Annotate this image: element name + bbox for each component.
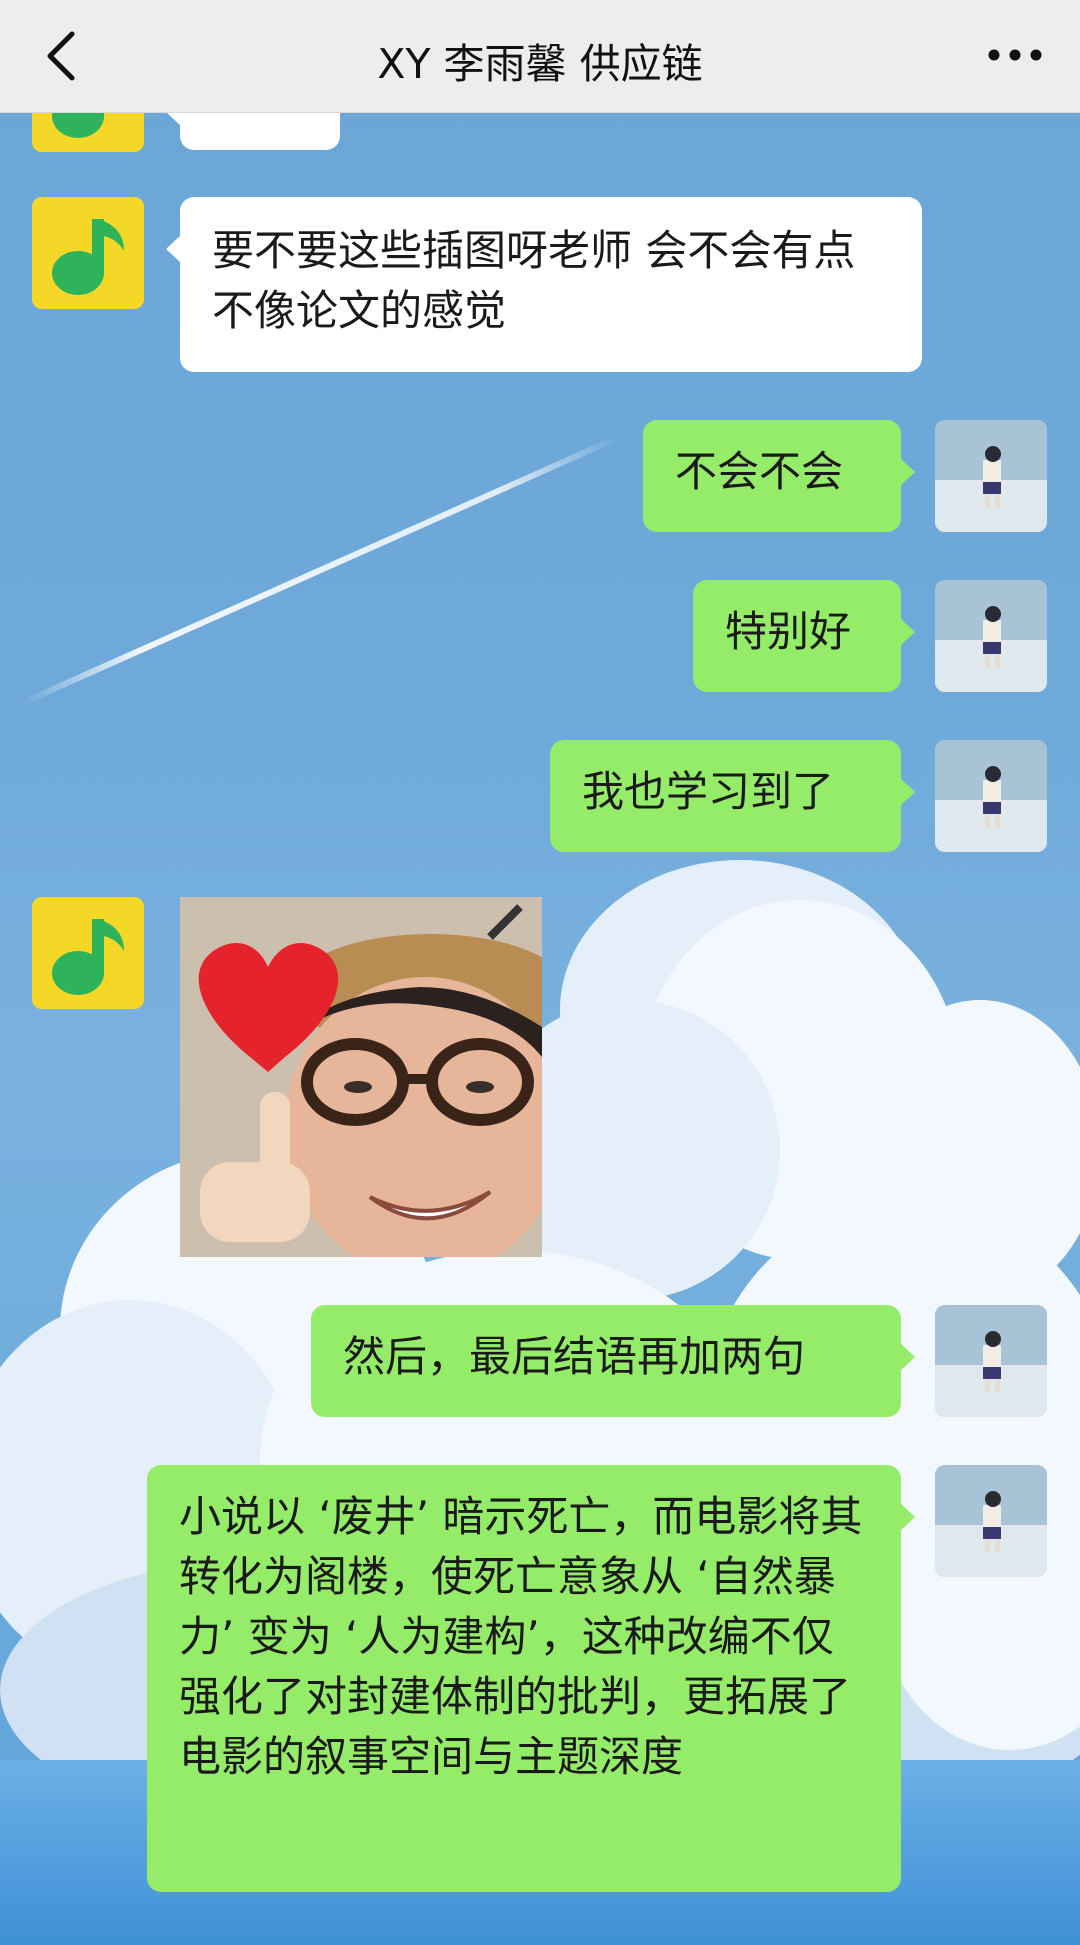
child-at-beach-icon (935, 1305, 1047, 1417)
child-at-beach-icon (935, 580, 1047, 692)
self-avatar[interactable] (935, 1465, 1047, 1577)
more-dots-icon (988, 49, 1042, 61)
message-bubble[interactable]: 特别好 (693, 580, 915, 692)
more-button[interactable] (980, 30, 1050, 80)
music-note-icon (32, 897, 144, 1009)
chat-header: XY 李雨馨 供应链 (0, 0, 1080, 113)
chat-title: XY 李雨馨 供应链 (377, 40, 703, 88)
message-bubble[interactable]: 不会不会 (643, 420, 915, 532)
self-avatar[interactable] (935, 580, 1047, 692)
child-at-beach-icon (935, 420, 1047, 532)
child-at-beach-icon (935, 740, 1047, 852)
self-avatar[interactable] (935, 740, 1047, 852)
contact-avatar[interactable] (32, 897, 144, 1009)
message-bubble[interactable]: 要不要这些插图呀老师 会不会有点不像论文的感觉 (166, 197, 922, 372)
self-avatar[interactable] (935, 420, 1047, 532)
music-note-icon (32, 197, 144, 309)
self-avatar[interactable] (935, 1305, 1047, 1417)
heart-face-sticker (180, 897, 542, 1257)
child-at-beach-icon (935, 1465, 1047, 1577)
contact-avatar[interactable] (32, 197, 144, 309)
sticker-image[interactable] (180, 897, 542, 1257)
message-bubble[interactable]: 然后，最后结语再加两句 (311, 1305, 915, 1417)
message-bubble[interactable]: 小说以 ‘废井’ 暗示死亡，而电影将其转化为阁楼，使死亡意象从 ‘自然暴力’ 变… (147, 1465, 915, 1892)
contrail-decoration (20, 435, 618, 706)
message-bubble[interactable]: 我也学习到了 (550, 740, 915, 852)
